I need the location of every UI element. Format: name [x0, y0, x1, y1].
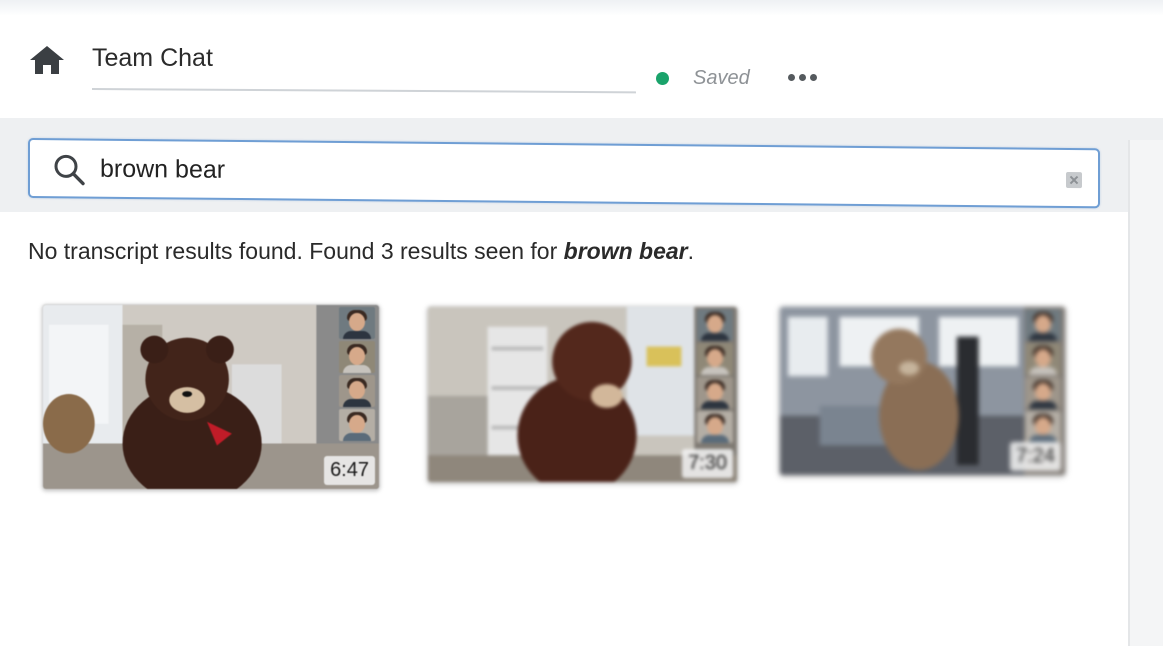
right-panel-edge	[1128, 140, 1163, 646]
participant-video	[697, 309, 733, 341]
title-field[interactable]: Team Chat	[91, 42, 636, 104]
top-edge	[0, 0, 1163, 16]
participant-strip	[697, 309, 733, 443]
participant-video	[1025, 377, 1061, 409]
header: Team Chat Saved	[0, 28, 1163, 118]
participant-video	[1025, 411, 1061, 443]
status-text: Saved	[693, 66, 750, 89]
result-thumbnail[interactable]: 7:24	[779, 306, 1066, 476]
search-icon	[54, 154, 85, 186]
participant-video	[339, 307, 375, 339]
participant-video	[1025, 309, 1061, 341]
results-message: No transcript results found. Found 3 res…	[28, 238, 694, 265]
more-horizontal-icon[interactable]	[788, 70, 820, 84]
status-dot-icon	[656, 71, 669, 85]
page-title: Team Chat	[92, 44, 213, 72]
video-duration: 6:47	[324, 456, 375, 485]
participant-video	[697, 343, 733, 375]
video-duration: 7:24	[1010, 442, 1061, 471]
save-status: Saved	[656, 66, 750, 90]
participant-strip	[1025, 309, 1061, 443]
search-input[interactable]	[100, 148, 1020, 198]
search-band	[0, 118, 1163, 212]
results-message-suffix: .	[687, 238, 695, 264]
title-underline	[91, 88, 636, 94]
participant-video	[339, 341, 375, 373]
result-thumbnail[interactable]: 6:47	[42, 304, 380, 490]
participant-video	[697, 377, 733, 409]
app-window: Team Chat Saved No transcript results fo…	[0, 0, 1163, 646]
search-box[interactable]	[28, 138, 1100, 209]
results-message-prefix: No transcript results found. Found 3 res…	[28, 238, 564, 264]
result-thumbnail[interactable]: 7:30	[427, 306, 738, 483]
participant-video	[339, 375, 375, 407]
participant-video	[697, 411, 733, 443]
home-icon[interactable]	[28, 44, 66, 76]
participant-video	[1025, 343, 1061, 375]
video-duration: 7:30	[682, 449, 733, 478]
participant-video	[339, 409, 375, 441]
results-query: brown bear	[563, 238, 688, 264]
clear-icon[interactable]	[1066, 171, 1082, 189]
participant-strip	[339, 307, 375, 441]
